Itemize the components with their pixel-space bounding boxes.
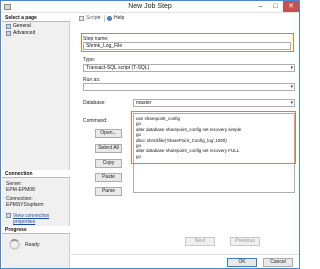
title-bar: New Job Step – □ ✕ <box>1 1 299 13</box>
sidebar-item-advanced[interactable]: Advanced <box>6 30 35 37</box>
connection-header: Connection <box>2 170 70 178</box>
script-label: Script <box>86 15 99 21</box>
type-select-value: Transact-SQL script (T-SQL) <box>86 65 150 71</box>
chevron-down-icon: ▾ <box>290 84 293 90</box>
step-name-highlight <box>81 33 294 52</box>
help-label: Help <box>114 15 125 21</box>
script-icon <box>79 16 84 21</box>
server-value: EPM-EPM08 <box>6 187 35 193</box>
maximize-button[interactable]: □ <box>268 1 283 12</box>
help-icon <box>107 16 112 21</box>
toolbar-divider <box>104 15 105 22</box>
view-connection-properties-link[interactable]: View connection properties <box>6 213 69 225</box>
select-all-button[interactable]: Select All <box>95 144 122 153</box>
select-page-header: Select a page <box>2 14 70 22</box>
command-highlight <box>131 111 296 164</box>
sidebar-item-label: General <box>13 23 31 29</box>
type-label: Type: <box>83 57 96 63</box>
progress-header: Progress <box>2 226 70 234</box>
open-button[interactable]: Open... <box>95 129 122 138</box>
script-button[interactable]: Script <box>79 15 99 22</box>
sidebar: Select a page General Advanced Connectio… <box>2 14 70 268</box>
page-icon <box>6 31 11 36</box>
progress-spinner-icon <box>9 239 20 250</box>
previous-button[interactable]: Previous <box>230 237 260 246</box>
sidebar-item-label: Advanced <box>13 30 36 36</box>
database-select-value: master <box>136 100 152 106</box>
type-select[interactable]: Transact-SQL script (T-SQL) ▾ <box>83 64 295 72</box>
chevron-down-icon: ▾ <box>290 65 293 71</box>
next-button[interactable]: Next <box>185 237 215 246</box>
progress-status: Ready <box>25 242 40 248</box>
database-label: Database: <box>83 100 106 106</box>
copy-button[interactable]: Copy <box>95 159 122 168</box>
footer-divider <box>71 254 299 255</box>
general-page: Step name: Shrink_Log_File Type: Transac… <box>71 25 299 260</box>
paste-button[interactable]: Paste <box>95 173 122 182</box>
help-button[interactable]: Help <box>107 15 124 22</box>
job-step-dialog: New Job Step – □ ✕ Select a page General… <box>0 0 300 269</box>
connection-value: EPMSYS\spfarm <box>6 202 44 208</box>
chevron-down-icon: ▾ <box>290 100 293 106</box>
ok-button[interactable]: OK <box>227 258 257 267</box>
toolbar: Script ▾ Help <box>73 14 299 23</box>
script-dropdown-arrow-icon[interactable]: ▾ <box>98 15 101 22</box>
parse-button[interactable]: Parse <box>95 187 122 196</box>
command-label: Command: <box>83 118 108 124</box>
cancel-button[interactable]: Cancel <box>263 258 293 267</box>
sidebar-item-general[interactable]: General <box>6 23 31 30</box>
page-icon <box>6 24 11 29</box>
properties-icon <box>6 213 11 218</box>
database-select[interactable]: master ▾ <box>133 99 295 107</box>
link-label: View connection properties <box>13 213 50 225</box>
minimize-button[interactable]: – <box>253 1 268 12</box>
run-as-select[interactable]: ▾ <box>83 83 295 91</box>
close-button[interactable]: ✕ <box>283 1 299 12</box>
